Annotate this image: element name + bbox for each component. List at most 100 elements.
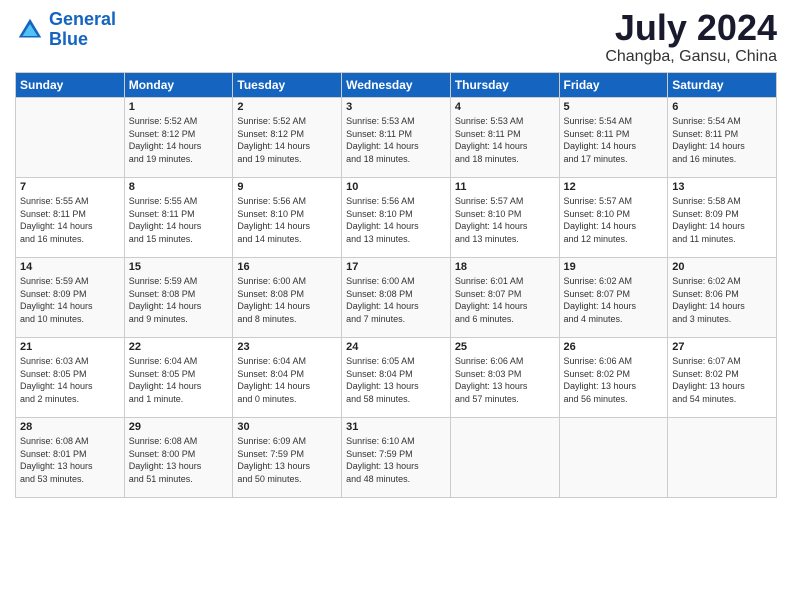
- calendar-cell: 31Sunrise: 6:10 AM Sunset: 7:59 PM Dayli…: [342, 418, 451, 498]
- day-number: 30: [237, 421, 337, 433]
- day-info: Sunrise: 6:08 AM Sunset: 8:01 PM Dayligh…: [20, 435, 120, 485]
- calendar-cell: 11 Sunrise: 5:57 AM Sunset: 8:10 PM Dayli…: [450, 178, 559, 258]
- day-number: 29: [129, 421, 229, 433]
- day-info: Sunrise: 6:02 AM Sunset: 8:07 PM Dayligh…: [564, 275, 664, 325]
- day-number: 6: [672, 101, 772, 113]
- calendar-cell: [450, 418, 559, 498]
- calendar-cell: 2Sunrise: 5:52 AM Sunset: 8:12 PM Daylig…: [233, 98, 342, 178]
- col-tuesday: Tuesday: [233, 73, 342, 98]
- logo-text: General Blue: [49, 10, 116, 50]
- day-info: Sunrise: 6:10 AM Sunset: 7:59 PM Dayligh…: [346, 435, 446, 485]
- day-info: Sunrise: 5:55 AM Sunset: 8:11 PM Dayligh…: [129, 195, 229, 245]
- day-number: 5: [564, 101, 664, 113]
- day-info: Sunrise: 6:06 AM Sunset: 8:02 PM Dayligh…: [564, 355, 664, 405]
- calendar-cell: 7Sunrise: 5:55 AM Sunset: 8:11 PM Daylig…: [16, 178, 125, 258]
- day-info: Sunrise: 5:57 AM Sunset: 8:10 PM Dayligh…: [455, 195, 555, 245]
- day-info: Sunrise: 5:52 AM Sunset: 8:12 PM Dayligh…: [129, 115, 229, 165]
- calendar-cell: 22Sunrise: 6:04 AM Sunset: 8:05 PM Dayli…: [124, 338, 233, 418]
- day-info: Sunrise: 5:56 AM Sunset: 8:10 PM Dayligh…: [346, 195, 446, 245]
- calendar-week-1: 1 Sunrise: 5:52 AM Sunset: 8:12 PM Daylig…: [16, 98, 777, 178]
- calendar-week-2: 7Sunrise: 5:55 AM Sunset: 8:11 PM Daylig…: [16, 178, 777, 258]
- col-monday: Monday: [124, 73, 233, 98]
- day-info: Sunrise: 6:07 AM Sunset: 8:02 PM Dayligh…: [672, 355, 772, 405]
- col-sunday: Sunday: [16, 73, 125, 98]
- col-wednesday: Wednesday: [342, 73, 451, 98]
- logo-icon: [15, 15, 45, 45]
- day-info: Sunrise: 6:02 AM Sunset: 8:06 PM Dayligh…: [672, 275, 772, 325]
- calendar-cell: 5 Sunrise: 5:54 AM Sunset: 8:11 PM Daylig…: [559, 98, 668, 178]
- day-number: 4: [455, 101, 555, 113]
- calendar-cell: 13 Sunrise: 5:58 AM Sunset: 8:09 PM Dayli…: [668, 178, 777, 258]
- logo: General Blue: [15, 10, 116, 50]
- calendar-cell: 19 Sunrise: 6:02 AM Sunset: 8:07 PM Dayli…: [559, 258, 668, 338]
- calendar-cell: 14 Sunrise: 5:59 AM Sunset: 8:09 PM Dayli…: [16, 258, 125, 338]
- day-number: 14: [20, 261, 120, 273]
- day-number: 28: [20, 421, 120, 433]
- calendar-cell: 3Sunrise: 5:53 AM Sunset: 8:11 PM Daylig…: [342, 98, 451, 178]
- day-number: 18: [455, 261, 555, 273]
- calendar-cell: 17 Sunrise: 6:00 AM Sunset: 8:08 PM Dayli…: [342, 258, 451, 338]
- calendar-cell: [559, 418, 668, 498]
- col-saturday: Saturday: [668, 73, 777, 98]
- day-number: 23: [237, 341, 337, 353]
- day-number: 20: [672, 261, 772, 273]
- calendar-cell: 15Sunrise: 5:59 AM Sunset: 8:08 PM Dayli…: [124, 258, 233, 338]
- day-info: Sunrise: 5:57 AM Sunset: 8:10 PM Dayligh…: [564, 195, 664, 245]
- calendar-cell: 27 Sunrise: 6:07 AM Sunset: 8:02 PM Dayli…: [668, 338, 777, 418]
- calendar-cell: 9Sunrise: 5:56 AM Sunset: 8:10 PM Daylig…: [233, 178, 342, 258]
- day-number: 10: [346, 181, 446, 193]
- calendar-cell: 25Sunrise: 6:06 AM Sunset: 8:03 PM Dayli…: [450, 338, 559, 418]
- col-friday: Friday: [559, 73, 668, 98]
- day-number: 25: [455, 341, 555, 353]
- logo-line2: Blue: [49, 29, 88, 49]
- calendar-cell: 30 Sunrise: 6:09 AM Sunset: 7:59 PM Dayli…: [233, 418, 342, 498]
- location: Changba, Gansu, China: [605, 48, 777, 66]
- page-container: General Blue July 2024 Changba, Gansu, C…: [0, 0, 792, 508]
- day-info: Sunrise: 5:55 AM Sunset: 8:11 PM Dayligh…: [20, 195, 120, 245]
- day-info: Sunrise: 5:54 AM Sunset: 8:11 PM Dayligh…: [564, 115, 664, 165]
- day-info: Sunrise: 5:53 AM Sunset: 8:11 PM Dayligh…: [455, 115, 555, 165]
- day-number: 13: [672, 181, 772, 193]
- day-number: 27: [672, 341, 772, 353]
- calendar-cell: [668, 418, 777, 498]
- day-number: 1: [129, 101, 229, 113]
- day-info: Sunrise: 6:00 AM Sunset: 8:08 PM Dayligh…: [346, 275, 446, 325]
- calendar-cell: 4 Sunrise: 5:53 AM Sunset: 8:11 PM Daylig…: [450, 98, 559, 178]
- calendar-cell: 8 Sunrise: 5:55 AM Sunset: 8:11 PM Daylig…: [124, 178, 233, 258]
- header-row: Sunday Monday Tuesday Wednesday Thursday…: [16, 73, 777, 98]
- calendar-week-3: 14 Sunrise: 5:59 AM Sunset: 8:09 PM Dayli…: [16, 258, 777, 338]
- day-number: 16: [237, 261, 337, 273]
- day-info: Sunrise: 5:58 AM Sunset: 8:09 PM Dayligh…: [672, 195, 772, 245]
- month-title: July 2024: [605, 10, 777, 46]
- calendar-cell: 28 Sunrise: 6:08 AM Sunset: 8:01 PM Dayli…: [16, 418, 125, 498]
- calendar-week-4: 21 Sunrise: 6:03 AM Sunset: 8:05 PM Dayli…: [16, 338, 777, 418]
- day-info: Sunrise: 6:03 AM Sunset: 8:05 PM Dayligh…: [20, 355, 120, 405]
- day-info: Sunrise: 6:01 AM Sunset: 8:07 PM Dayligh…: [455, 275, 555, 325]
- day-number: 11: [455, 181, 555, 193]
- calendar-cell: 21 Sunrise: 6:03 AM Sunset: 8:05 PM Dayli…: [16, 338, 125, 418]
- calendar-cell: 6 Sunrise: 5:54 AM Sunset: 8:11 PM Daylig…: [668, 98, 777, 178]
- day-number: 17: [346, 261, 446, 273]
- day-info: Sunrise: 6:09 AM Sunset: 7:59 PM Dayligh…: [237, 435, 337, 485]
- day-info: Sunrise: 5:59 AM Sunset: 8:08 PM Dayligh…: [129, 275, 229, 325]
- day-info: Sunrise: 6:00 AM Sunset: 8:08 PM Dayligh…: [237, 275, 337, 325]
- calendar-table: Sunday Monday Tuesday Wednesday Thursday…: [15, 72, 777, 498]
- calendar-cell: 29Sunrise: 6:08 AM Sunset: 8:00 PM Dayli…: [124, 418, 233, 498]
- calendar-cell: 18 Sunrise: 6:01 AM Sunset: 8:07 PM Dayli…: [450, 258, 559, 338]
- header: General Blue July 2024 Changba, Gansu, C…: [15, 10, 777, 66]
- day-info: Sunrise: 5:59 AM Sunset: 8:09 PM Dayligh…: [20, 275, 120, 325]
- calendar-cell: 24Sunrise: 6:05 AM Sunset: 8:04 PM Dayli…: [342, 338, 451, 418]
- calendar-cell: 10 Sunrise: 5:56 AM Sunset: 8:10 PM Dayli…: [342, 178, 451, 258]
- col-thursday: Thursday: [450, 73, 559, 98]
- logo-line1: General: [49, 9, 116, 29]
- calendar-cell: 20 Sunrise: 6:02 AM Sunset: 8:06 PM Dayli…: [668, 258, 777, 338]
- day-number: 12: [564, 181, 664, 193]
- day-number: 9: [237, 181, 337, 193]
- day-number: 21: [20, 341, 120, 353]
- day-number: 8: [129, 181, 229, 193]
- day-number: 19: [564, 261, 664, 273]
- calendar-cell: 26Sunrise: 6:06 AM Sunset: 8:02 PM Dayli…: [559, 338, 668, 418]
- day-info: Sunrise: 5:53 AM Sunset: 8:11 PM Dayligh…: [346, 115, 446, 165]
- day-info: Sunrise: 5:54 AM Sunset: 8:11 PM Dayligh…: [672, 115, 772, 165]
- calendar-cell: 23Sunrise: 6:04 AM Sunset: 8:04 PM Dayli…: [233, 338, 342, 418]
